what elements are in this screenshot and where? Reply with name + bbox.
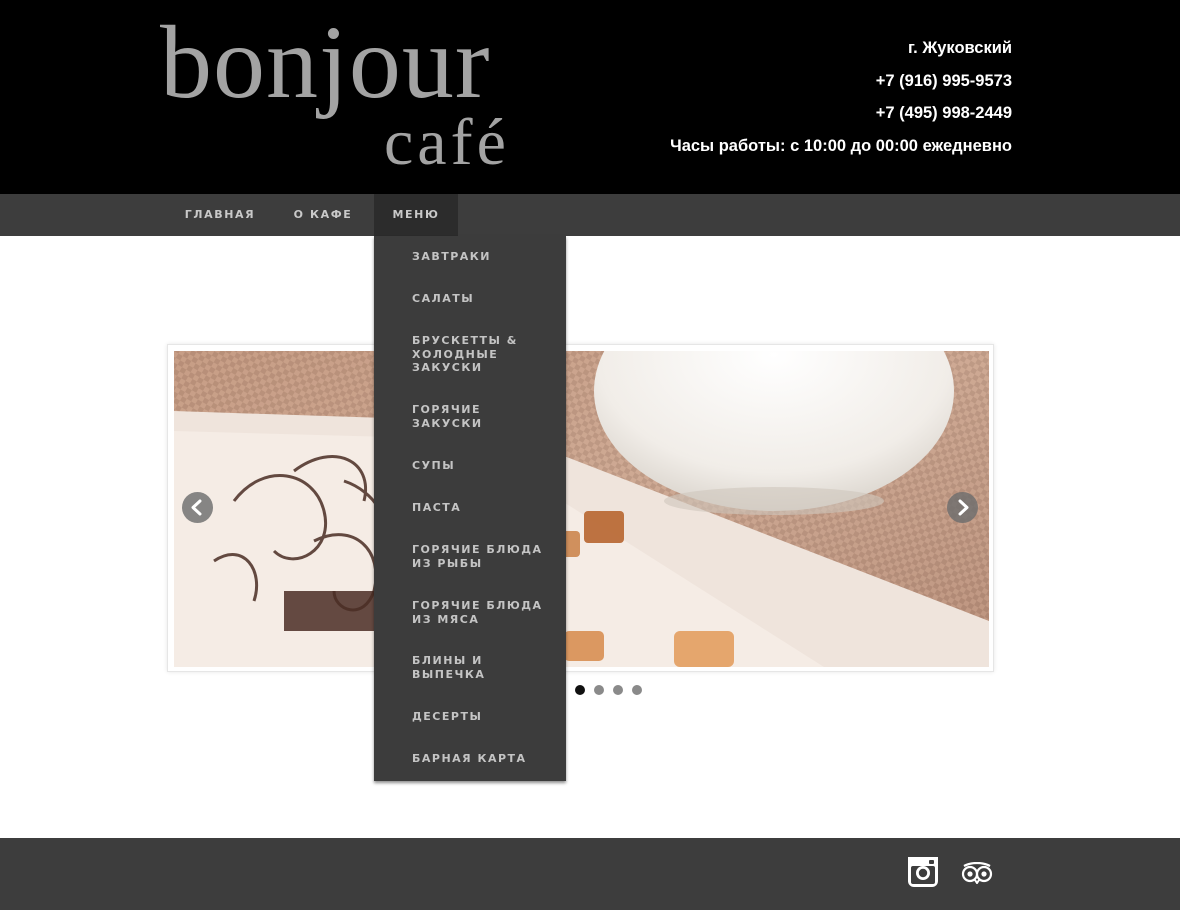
nav-item-menu[interactable]: МЕНЮ bbox=[374, 194, 458, 236]
menu-item-bar[interactable]: БАРНАЯ КАРТА bbox=[412, 752, 560, 766]
slider-dot-1[interactable] bbox=[575, 685, 585, 695]
menu-item-desserts[interactable]: ДЕСЕРТЫ bbox=[412, 710, 560, 724]
menu-item-soups[interactable]: СУПЫ bbox=[412, 459, 560, 473]
contact-info: г. Жуковский +7 (916) 995-9573 +7 (495) … bbox=[670, 36, 1012, 166]
menu-item-fish[interactable]: ГОРЯЧИЕ БЛЮДА ИЗ РЫБЫ bbox=[412, 543, 560, 570]
tripadvisor-icon bbox=[961, 861, 993, 885]
nav-item-about[interactable]: О КАФЕ bbox=[276, 194, 370, 236]
main-nav: ГЛАВНАЯ О КАФЕ МЕНЮ bbox=[0, 194, 1180, 236]
site-footer bbox=[0, 838, 1180, 910]
menu-item-bruschetta[interactable]: БРУСКЕТТЫ & ХОЛОДНЫЕ ЗАКУСКИ bbox=[412, 334, 532, 375]
slider-dot-3[interactable] bbox=[613, 685, 623, 695]
slider-dot-4[interactable] bbox=[632, 685, 642, 695]
menu-item-meat[interactable]: ГОРЯЧИЕ БЛЮДА ИЗ МЯСА bbox=[412, 599, 560, 626]
city-text: г. Жуковский bbox=[907, 39, 1012, 57]
logo-line-cafe: café bbox=[384, 106, 510, 179]
nav-item-home[interactable]: ГЛАВНАЯ bbox=[168, 194, 272, 236]
bonjour-cafe-logo[interactable]: bonjour café bbox=[160, 8, 560, 178]
slide-image-coffee-cup bbox=[174, 351, 989, 667]
tripadvisor-link[interactable] bbox=[961, 861, 993, 889]
instagram-icon bbox=[908, 857, 938, 887]
chevron-right-icon bbox=[958, 499, 969, 516]
menu-item-hot-appetizers[interactable]: ГОРЯЧИЕ ЗАКУСКИ bbox=[412, 403, 512, 430]
menu-item-pancakes[interactable]: БЛИНЫ И ВЫПЕЧКА bbox=[412, 654, 512, 681]
slider-prev-button[interactable] bbox=[182, 492, 213, 523]
slider-next-button[interactable] bbox=[947, 492, 978, 523]
phone-1: +7 (916) 995-9573 bbox=[875, 71, 1012, 90]
instagram-link[interactable] bbox=[907, 856, 939, 893]
logo-line-bonjour: bonjour bbox=[160, 5, 491, 120]
phone-2: +7 (495) 998-2449 bbox=[875, 104, 1012, 122]
site-header: bonjour café г. Жуковский +7 (916) 995-9… bbox=[0, 0, 1180, 194]
menu-item-pasta[interactable]: ПАСТА bbox=[412, 501, 560, 515]
menu-item-breakfast[interactable]: ЗАВТРАКИ bbox=[412, 250, 560, 264]
menu-dropdown: ЗАВТРАКИ САЛАТЫ БРУСКЕТТЫ & ХОЛОДНЫЕ ЗАК… bbox=[374, 236, 566, 781]
image-slider bbox=[167, 344, 994, 672]
opening-hours: Часы работы: с 10:00 до 00:00 ежедневно bbox=[670, 136, 1012, 155]
slider-dot-2[interactable] bbox=[594, 685, 604, 695]
chevron-left-icon bbox=[191, 499, 202, 516]
menu-item-salads[interactable]: САЛАТЫ bbox=[412, 292, 560, 306]
